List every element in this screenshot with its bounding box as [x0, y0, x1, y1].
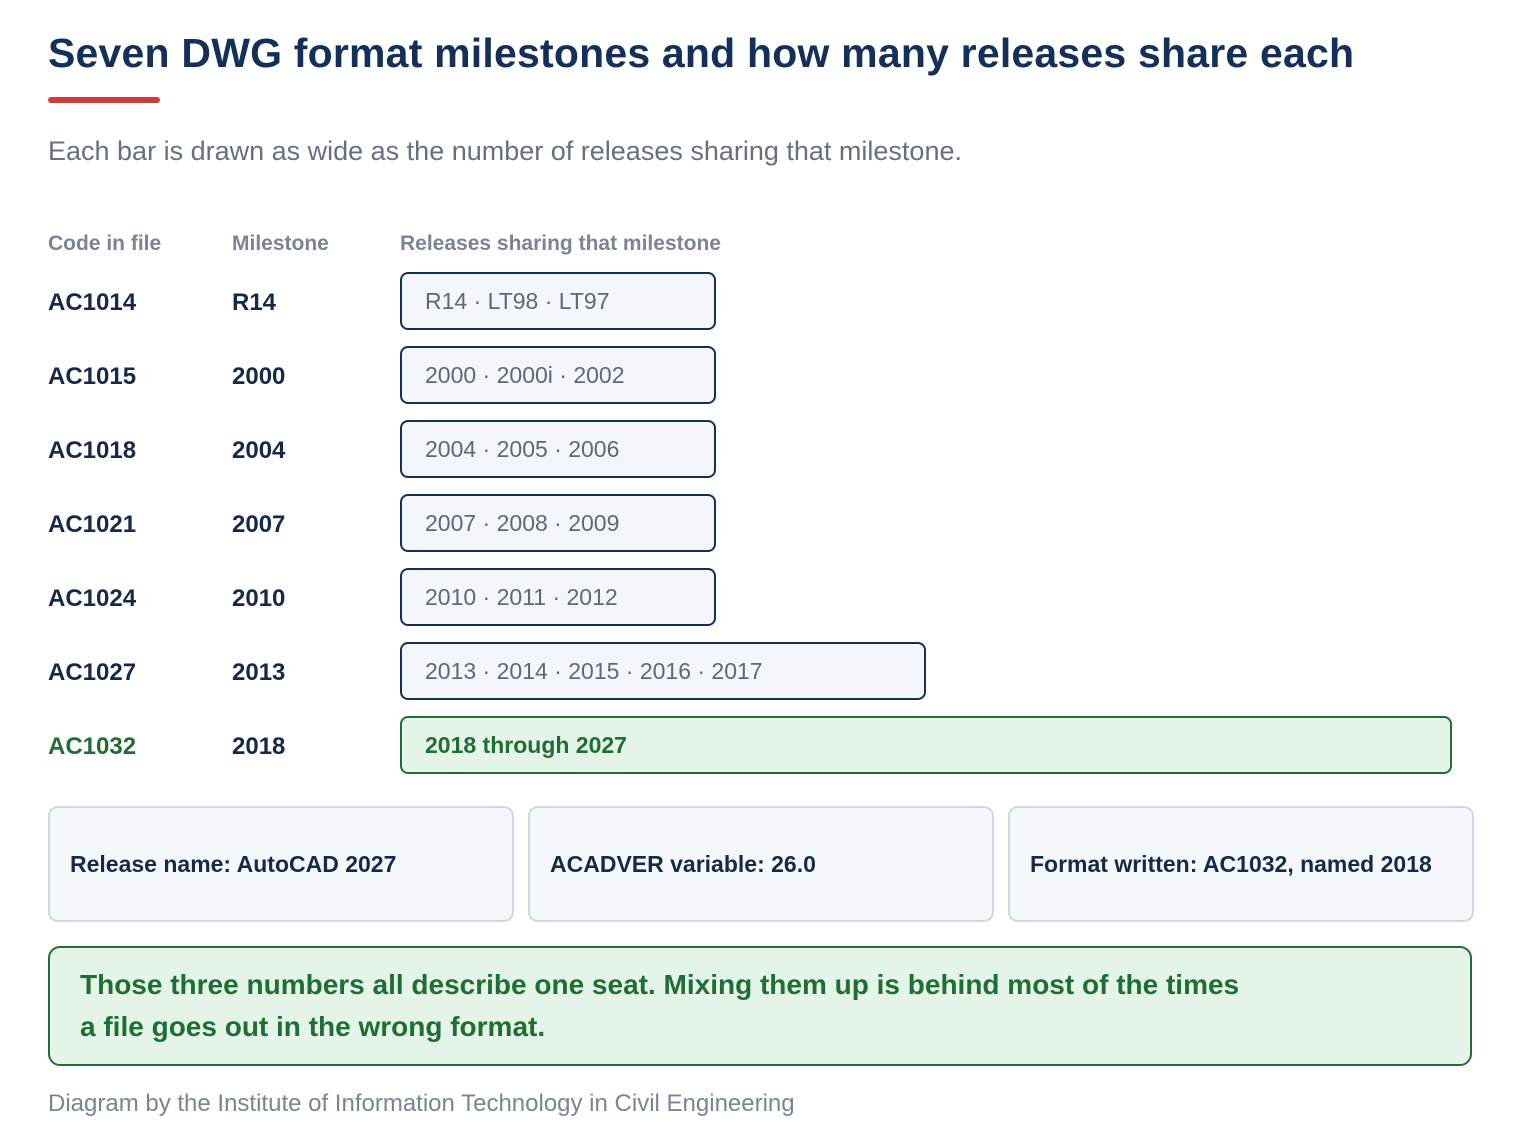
- milestone-row-ac1015: AC1015 2000 2000 · 2000i · 2002: [0, 346, 1520, 408]
- code-label: AC1014: [48, 289, 137, 316]
- info-box-release-name: Release name: AutoCAD 2027: [48, 806, 514, 922]
- code-label: AC1015: [48, 363, 137, 390]
- subtitle: Each bar is drawn as wide as the number …: [48, 136, 962, 166]
- info-box-acadver: ACADVER variable: 26.0: [528, 806, 994, 922]
- milestone-row-ac1032: AC1032 2018 2018 through 2027: [0, 716, 1520, 778]
- info-box-text: Format written: AC1032, named 2018: [1030, 851, 1432, 877]
- milestone-label: 2010: [232, 585, 286, 612]
- info-box-text: ACADVER variable: 26.0: [550, 851, 816, 877]
- releases-bar: R14 · LT98 · LT97: [400, 272, 716, 330]
- code-label: AC1018: [48, 437, 137, 464]
- footer-credit: Diagram by the Institute of Information …: [48, 1090, 795, 1117]
- info-box-format-written: Format written: AC1032, named 2018: [1008, 806, 1474, 922]
- code-label: AC1027: [48, 659, 137, 686]
- releases-bar-current: 2018 through 2027: [400, 716, 1452, 774]
- title-accent-rule: [48, 97, 160, 103]
- milestone-row-ac1021: AC1021 2007 2007 · 2008 · 2009: [0, 494, 1520, 556]
- milestone-label: 2018: [232, 733, 286, 760]
- releases-bar: 2007 · 2008 · 2009: [400, 494, 716, 552]
- column-header-milestone: Milestone: [232, 232, 329, 255]
- column-header-releases: Releases sharing that milestone: [400, 232, 721, 255]
- code-label: AC1032: [48, 733, 137, 760]
- milestone-label: R14: [232, 289, 277, 316]
- column-header-code: Code in file: [48, 232, 162, 255]
- summary-callout: Those three numbers all describe one sea…: [48, 946, 1472, 1066]
- releases-bar: 2000 · 2000i · 2002: [400, 346, 716, 404]
- info-box-text: Release name: AutoCAD 2027: [70, 851, 397, 877]
- code-label: AC1024: [48, 585, 137, 612]
- code-label: AC1021: [48, 511, 137, 538]
- callout-text: Those three numbers all describe one sea…: [80, 969, 1240, 1042]
- releases-bar: 2004 · 2005 · 2006: [400, 420, 716, 478]
- milestone-row-ac1027: AC1027 2013 2013 · 2014 · 2015 · 2016 · …: [0, 642, 1520, 704]
- page-title: Seven DWG format milestones and how many…: [48, 30, 1355, 76]
- milestone-label: 2013: [232, 659, 286, 686]
- milestone-row-ac1018: AC1018 2004 2004 · 2005 · 2006: [0, 420, 1520, 482]
- milestone-label: 2004: [232, 437, 286, 464]
- milestone-row-ac1014: AC1014 R14 R14 · LT98 · LT97: [0, 272, 1520, 334]
- milestone-label: 2000: [232, 363, 286, 390]
- milestone-label: 2007: [232, 511, 286, 538]
- releases-bar: 2013 · 2014 · 2015 · 2016 · 2017: [400, 642, 926, 700]
- milestone-row-ac1024: AC1024 2010 2010 · 2011 · 2012: [0, 568, 1520, 630]
- releases-bar: 2010 · 2011 · 2012: [400, 568, 716, 626]
